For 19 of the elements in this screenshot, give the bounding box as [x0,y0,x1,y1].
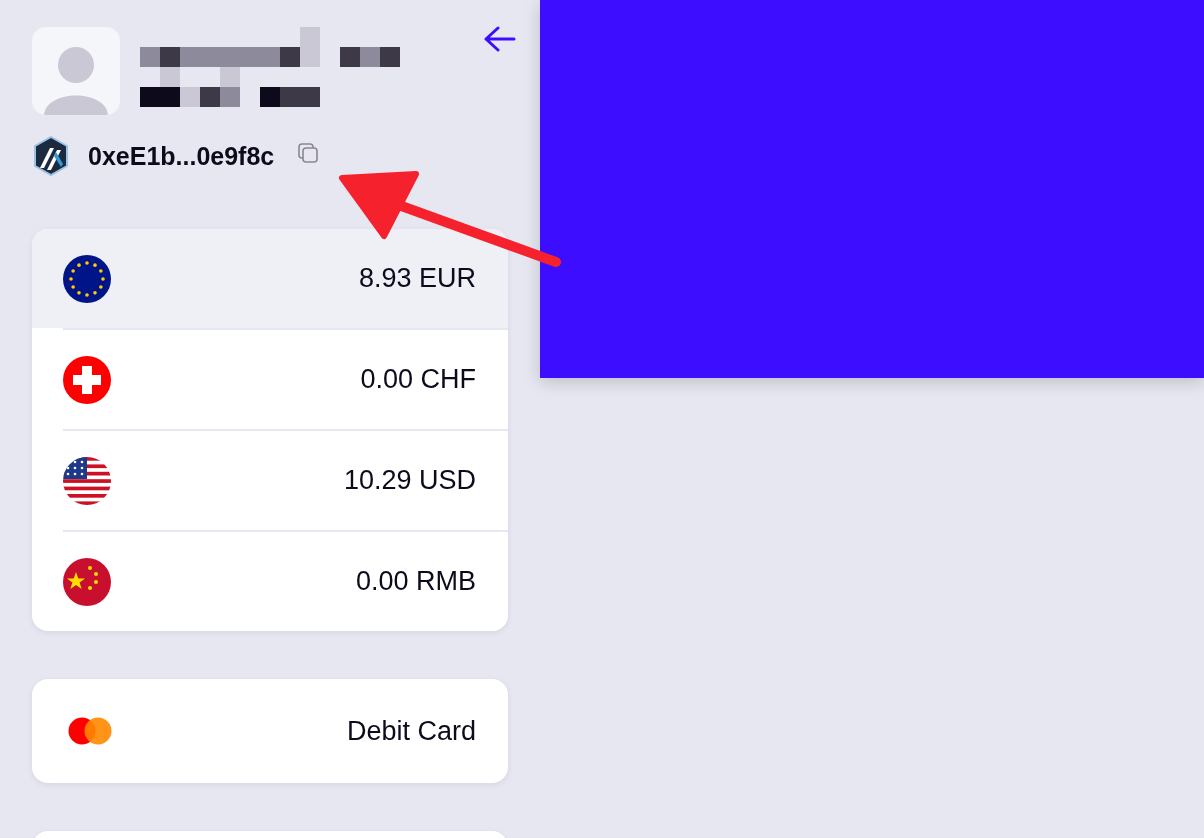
china-flag-icon [63,557,111,606]
balance-amount: 8.93 EUR [358,263,476,294]
balance-row[interactable]: 8.93 EUR [32,229,508,328]
overlapping-circles-icon [68,717,112,745]
hexagon-logo-icon [32,135,70,177]
copy-icon[interactable] [296,141,321,165]
balance-amount: 10.29 USD [343,465,476,496]
eu-flag-icon [63,254,111,303]
us-flag-icon [63,456,111,505]
balance-row[interactable]: 0.00 RMB [63,530,508,631]
swiss-flag-icon [63,355,111,404]
balance-row[interactable]: 0.00 CHF [63,328,508,429]
wallet-address: 0xeE1b...0e9f8c [88,141,275,171]
back-arrow-icon[interactable] [482,25,518,53]
balance-amount: 0.00 RMB [355,566,476,597]
balance-row[interactable]: 10.29 USD [63,429,508,530]
balance-amount: 0.00 CHF [360,364,476,395]
card-label: Debit Card [346,715,476,747]
card-item[interactable]: Debit Card [32,679,508,783]
